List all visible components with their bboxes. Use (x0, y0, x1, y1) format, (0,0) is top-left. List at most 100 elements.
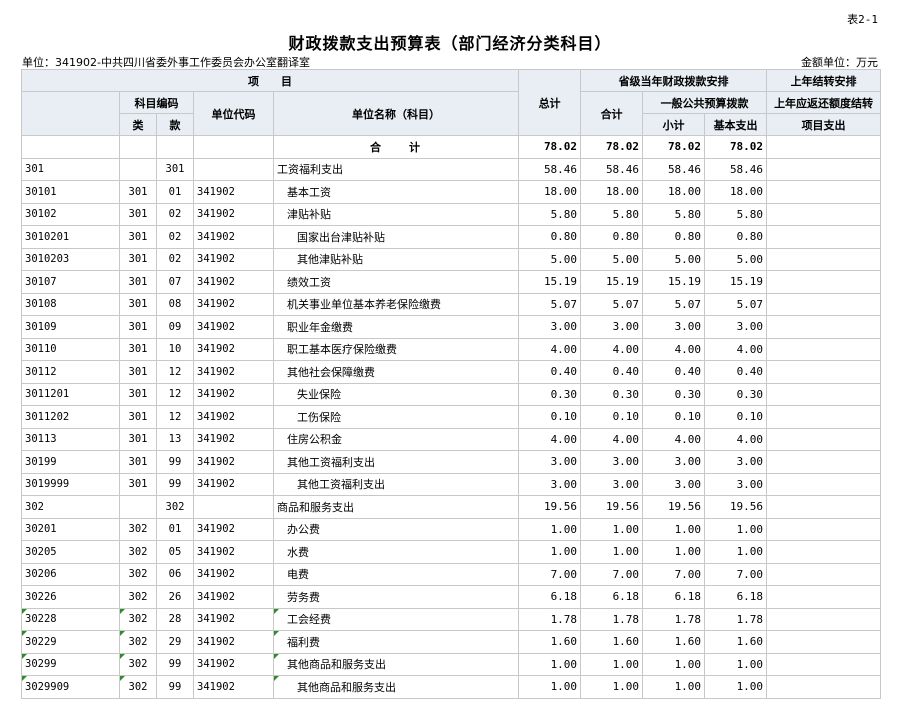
row-subtotal: 1.60 (580, 630, 644, 654)
row-total: 3.00 (518, 315, 582, 339)
row-basic: 5.80 (704, 202, 768, 226)
row-basic: 5.00 (704, 247, 768, 271)
row-total: 3.00 (518, 472, 582, 496)
row-name: 水费 (272, 540, 520, 564)
row-name: 工会经费 (272, 607, 520, 631)
row-section: 99 (156, 675, 194, 699)
row-category (119, 157, 157, 181)
row-small-total: 5.80 (642, 202, 706, 226)
row-unit-code: 341902 (193, 562, 274, 586)
row-section: 301 (156, 157, 194, 181)
table-row: 301 301 工资福利支出 58.46 58.46 58.46 58.46 (21, 157, 882, 181)
row-basic: 1.00 (704, 652, 768, 676)
row-subtotal: 18.00 (580, 180, 644, 204)
row-project (766, 315, 882, 339)
row-category: 302 (119, 562, 157, 586)
row-unit-code: 341902 (193, 405, 274, 429)
row-total: 5.00 (518, 247, 582, 271)
row-section: 13 (156, 427, 194, 451)
row-code: 30229 (21, 630, 120, 654)
row-basic: 4.00 (704, 427, 768, 451)
row-small-total: 3.00 (642, 315, 706, 339)
table-row: 30229 302 29 341902 福利费 1.60 1.60 1.60 1.60 (21, 630, 882, 654)
row-name: 办公费 (272, 517, 520, 541)
row-section: 08 (156, 292, 194, 316)
row-subtotal: 1.00 (580, 652, 644, 676)
row-subtotal: 7.00 (580, 562, 644, 586)
row-total: 1.00 (518, 652, 582, 676)
header-subject-code: 科目编码 (119, 91, 194, 114)
row-project (766, 495, 882, 519)
row-small-total: 5.00 (642, 247, 706, 271)
row-basic: 6.18 (704, 585, 768, 609)
row-category: 301 (119, 247, 157, 271)
row-code: 30102 (21, 202, 120, 226)
row-code: 30226 (21, 585, 120, 609)
row-category: 301 (119, 337, 157, 361)
row-code: 30205 (21, 540, 120, 564)
row-basic: 0.40 (704, 360, 768, 384)
row-name: 职业年金缴费 (272, 315, 520, 339)
row-unit-code: 341902 (193, 675, 274, 699)
row-total: 4.00 (518, 427, 582, 451)
row-project (766, 630, 882, 654)
row-code: 30113 (21, 427, 120, 451)
table-row: 302 302 商品和服务支出 19.56 19.56 19.56 19.56 (21, 495, 882, 519)
row-small-total: 0.80 (642, 225, 706, 249)
total-subtotal: 78.02 (580, 135, 644, 159)
row-name: 劳务费 (272, 585, 520, 609)
row-section: 28 (156, 607, 194, 631)
row-name: 基本工资 (272, 180, 520, 204)
row-project (766, 675, 882, 699)
row-section: 01 (156, 180, 194, 204)
row-small-total: 5.07 (642, 292, 706, 316)
row-basic: 1.60 (704, 630, 768, 654)
row-section: 06 (156, 562, 194, 586)
row-small-total: 1.00 (642, 517, 706, 541)
row-category: 301 (119, 382, 157, 406)
row-name: 住房公积金 (272, 427, 520, 451)
row-unit-code: 341902 (193, 180, 274, 204)
row-subtotal: 1.78 (580, 607, 644, 631)
row-total: 1.60 (518, 630, 582, 654)
row-total: 4.00 (518, 337, 582, 361)
row-unit-code: 341902 (193, 585, 274, 609)
row-project (766, 360, 882, 384)
row-total: 3.00 (518, 450, 582, 474)
row-name: 国家出台津贴补贴 (272, 225, 520, 249)
row-name: 商品和服务支出 (272, 495, 520, 519)
row-project (766, 202, 882, 226)
row-small-total: 1.78 (642, 607, 706, 631)
table-row: 30205 302 05 341902 水费 1.00 1.00 1.00 1.00 (21, 540, 882, 564)
row-category: 301 (119, 472, 157, 496)
header-small-total: 小计 (642, 113, 706, 136)
table-row: 30102 301 02 341902 津贴补贴 5.80 5.80 5.80 5.80 (21, 202, 882, 226)
row-small-total: 1.00 (642, 675, 706, 699)
row-section: 01 (156, 517, 194, 541)
row-code: 3011201 (21, 382, 120, 406)
row-subtotal: 6.18 (580, 585, 644, 609)
table-row: 30201 302 01 341902 办公费 1.00 1.00 1.00 1.00 (21, 517, 882, 541)
row-code: 30107 (21, 270, 120, 294)
table-row: 30107 301 07 341902 绩效工资 15.19 15.19 15.19 15.19 (21, 270, 882, 294)
table-body: 合 计 78.02 78.02 78.02 78.02 301 301 工资福利支出… (21, 135, 882, 699)
header-basic-expense: 基本支出 (704, 113, 768, 136)
row-basic: 3.00 (704, 472, 768, 496)
row-name: 福利费 (272, 630, 520, 654)
row-total: 0.80 (518, 225, 582, 249)
row-unit-code: 341902 (193, 247, 274, 271)
row-unit-code: 341902 (193, 607, 274, 631)
header-category: 类 (119, 113, 157, 136)
table-row: 30110 301 10 341902 职工基本医疗保险缴费 4.00 4.00 4.00 4.… (21, 337, 882, 361)
row-code: 301 (21, 157, 120, 181)
row-total: 1.00 (518, 540, 582, 564)
row-code: 3029909 (21, 675, 120, 699)
row-unit-code: 341902 (193, 225, 274, 249)
header-project-expense: 项目支出 (766, 113, 882, 136)
row-project (766, 225, 882, 249)
row-total: 0.40 (518, 360, 582, 384)
header-carryover: 上年结转安排 (766, 69, 882, 92)
row-category: 302 (119, 517, 157, 541)
row-total: 5.07 (518, 292, 582, 316)
row-project (766, 472, 882, 496)
